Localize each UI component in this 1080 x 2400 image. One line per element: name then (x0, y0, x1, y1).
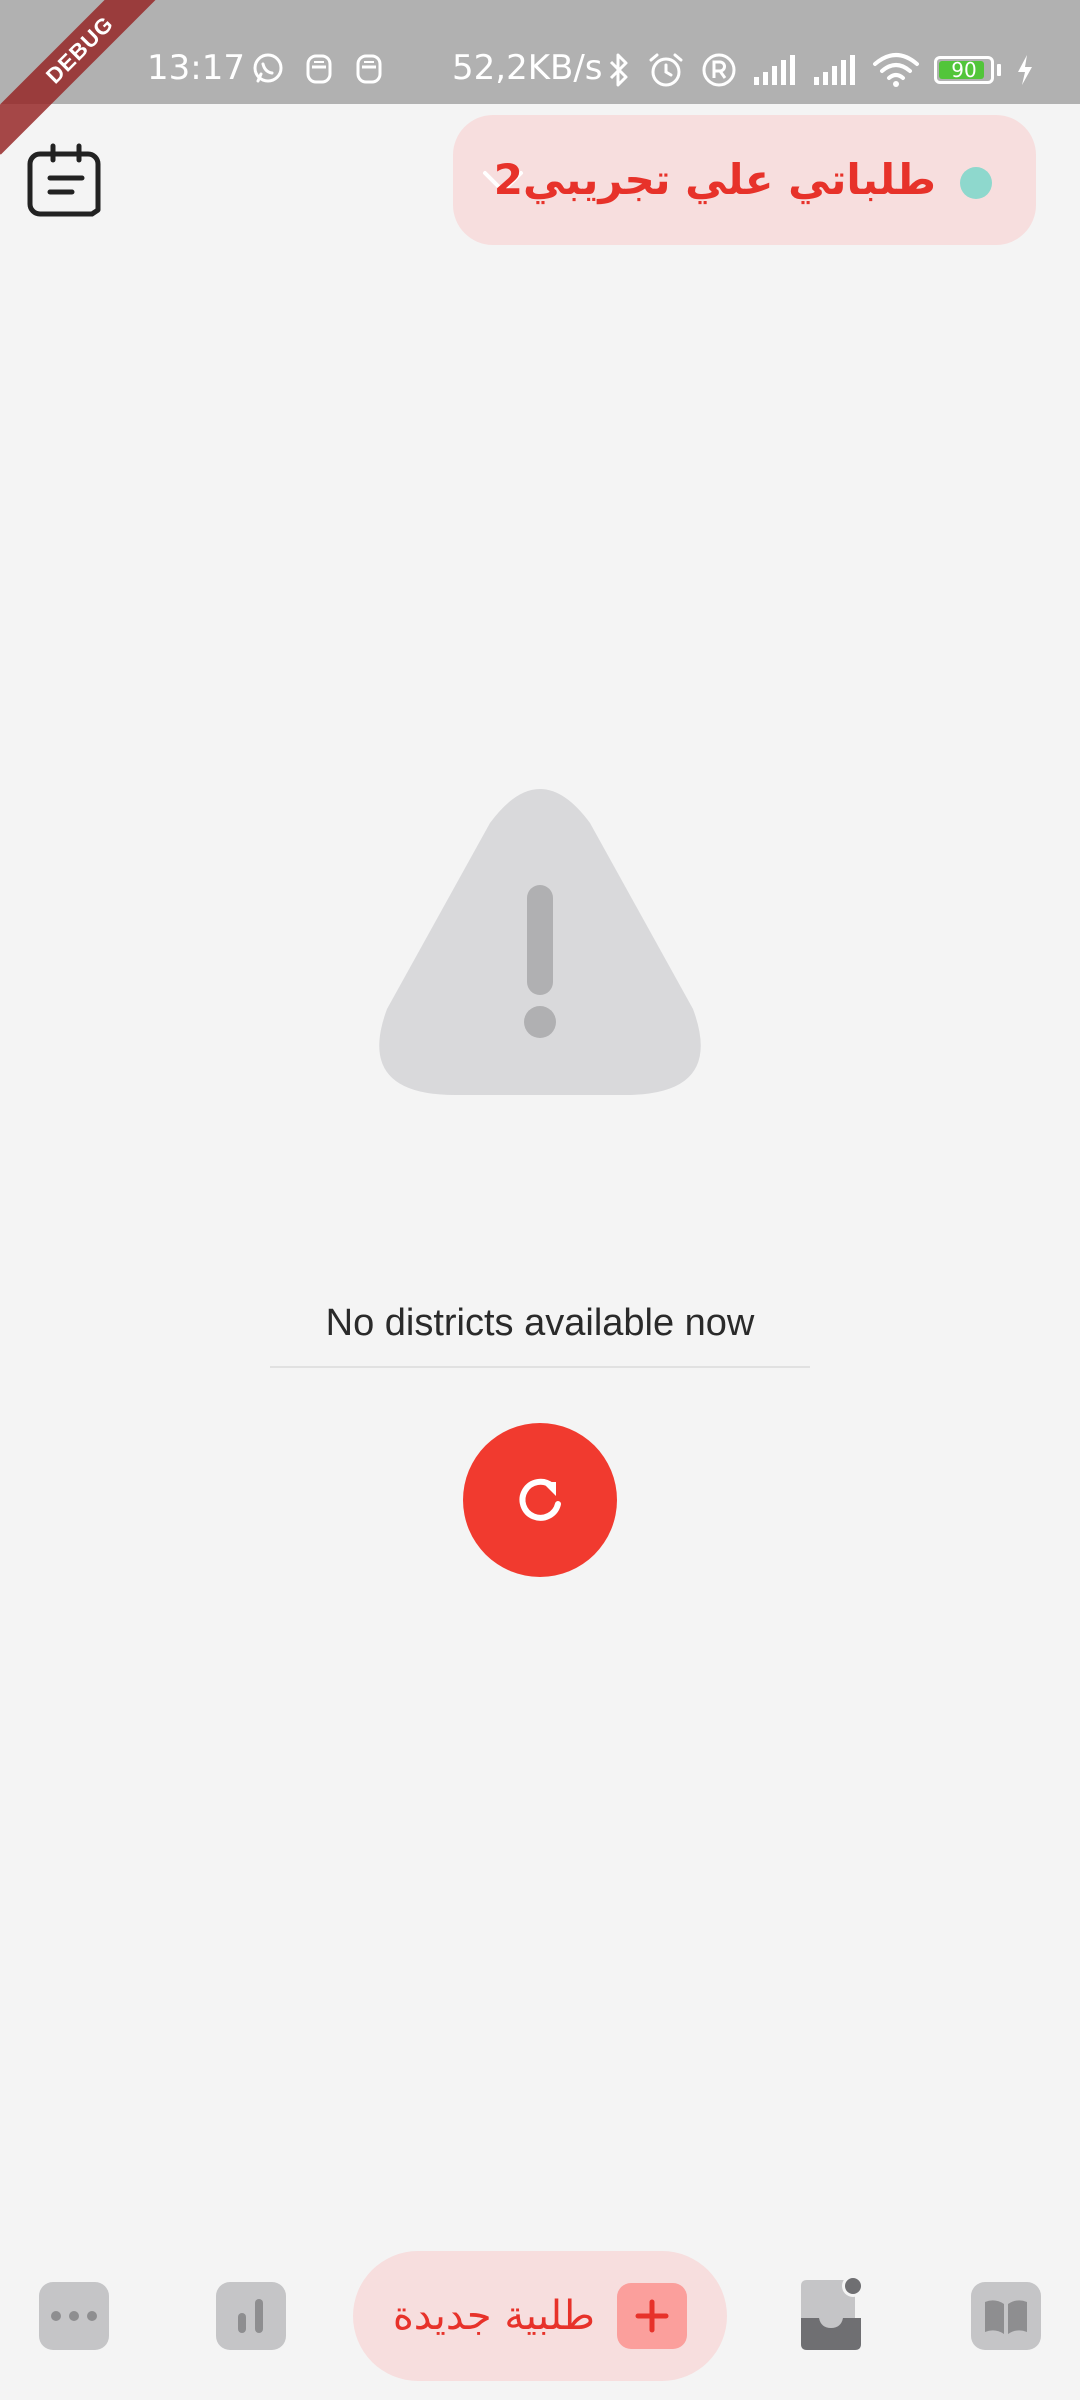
refresh-button[interactable] (463, 1423, 617, 1577)
signal-icon (814, 55, 855, 85)
plus-box (617, 2283, 687, 2349)
charging-icon (1018, 55, 1032, 85)
notification-icon (356, 54, 382, 84)
bottom-navigation: طلبية جديدة (0, 2240, 1080, 2400)
bluetooth-icon (609, 53, 628, 87)
inbox-icon (801, 2275, 864, 2350)
new-order-label: طلبية جديدة (392, 2293, 595, 2339)
status-left-icons (250, 50, 386, 86)
status-dot (960, 167, 992, 199)
signal-icon (754, 55, 795, 85)
registered-icon (702, 53, 736, 87)
plus-icon (635, 2299, 669, 2333)
empty-state-message: No districts available now (325, 1302, 755, 1344)
notification-badge (845, 2278, 861, 2294)
new-order-button[interactable]: طلبية جديدة (353, 2251, 727, 2381)
battery-level: 90 (951, 58, 977, 82)
battery-icon: 90 (934, 56, 994, 84)
bar-chart-icon (238, 2299, 263, 2333)
notification-icon (306, 54, 332, 84)
refresh-icon (519, 1478, 561, 1521)
network-speed: 52,2KB/s (452, 48, 603, 88)
battery-cap (997, 64, 1001, 76)
book-icon (985, 2300, 1027, 2334)
calendar-button[interactable] (22, 140, 110, 224)
status-right-icons: 90 (606, 50, 1035, 90)
whatsapp-icon (253, 53, 283, 83)
orders-dropdown[interactable]: طلباتي علي تجريبي2 (453, 115, 1036, 245)
nav-stats[interactable] (216, 2282, 286, 2350)
more-dots-icon (51, 2311, 97, 2321)
nav-more[interactable] (39, 2282, 109, 2350)
divider (270, 1366, 810, 1368)
status-bar: 13:17 52,2KB/s 90 (0, 0, 1080, 104)
orders-title: طلباتي علي تجريبي2 (493, 155, 936, 204)
nav-inbox[interactable] (793, 2272, 873, 2354)
status-time: 13:17 (147, 48, 245, 88)
calendar-notes-icon (27, 143, 101, 217)
warning-triangle-icon (379, 789, 701, 1095)
alarm-icon (649, 53, 683, 87)
nav-catalog[interactable] (971, 2282, 1041, 2350)
wifi-icon (873, 53, 919, 87)
